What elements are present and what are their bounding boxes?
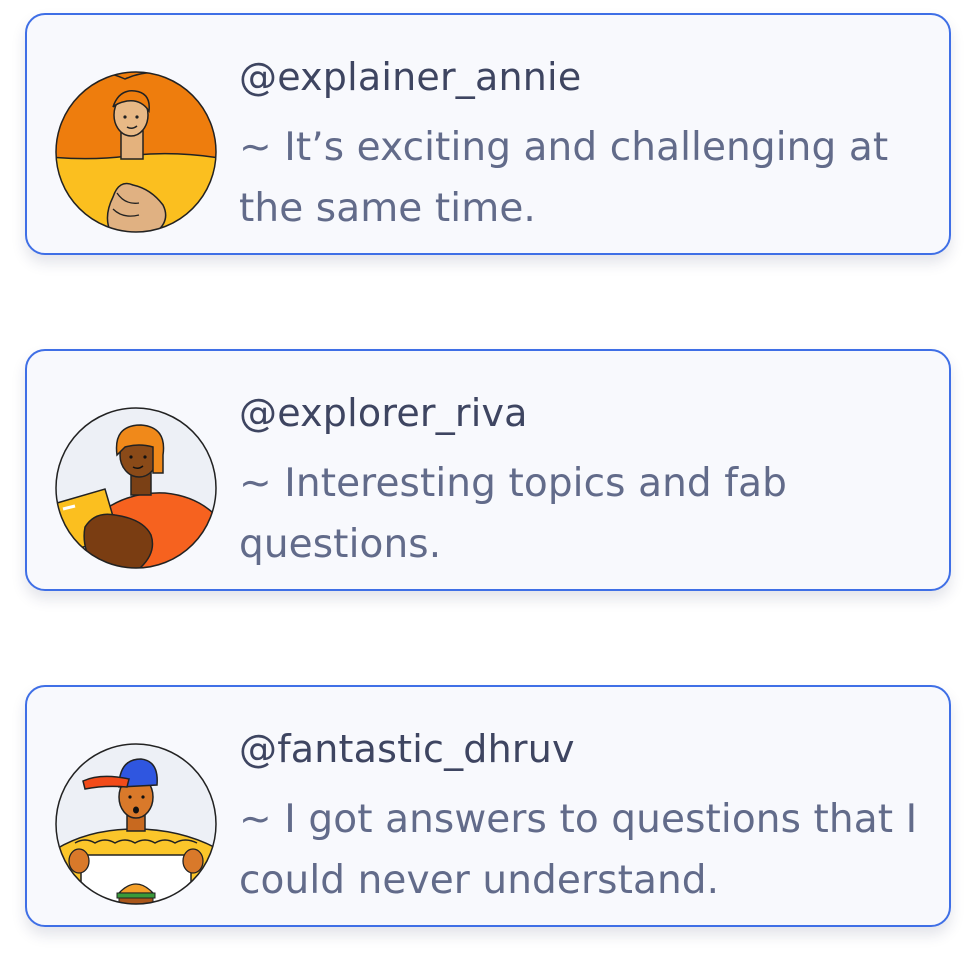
user-handle: @explainer_annie (239, 55, 582, 99)
user-handle: @fantastic_dhruv (239, 727, 575, 771)
boy-blue-cap-avatar-icon (55, 743, 217, 905)
testimonial-card: @explorer_riva ~ Interesting topics and … (25, 349, 951, 591)
user-handle: @explorer_riva (239, 391, 528, 435)
testimonial-card: @explainer_annie ~ It’s exciting and cha… (25, 13, 951, 255)
testimonial-quote: ~ It’s exciting and challenging at the s… (239, 125, 889, 231)
testimonial-quote: ~ I got answers to questions that I coul… (239, 797, 918, 903)
girl-with-book-avatar-icon (55, 407, 217, 569)
testimonial-quote: ~ Interesting topics and fab questions. (239, 461, 787, 567)
woman-orange-hair-avatar-icon (55, 71, 217, 233)
testimonial-card: @fantastic_dhruv ~ I got answers to ques… (25, 685, 951, 927)
